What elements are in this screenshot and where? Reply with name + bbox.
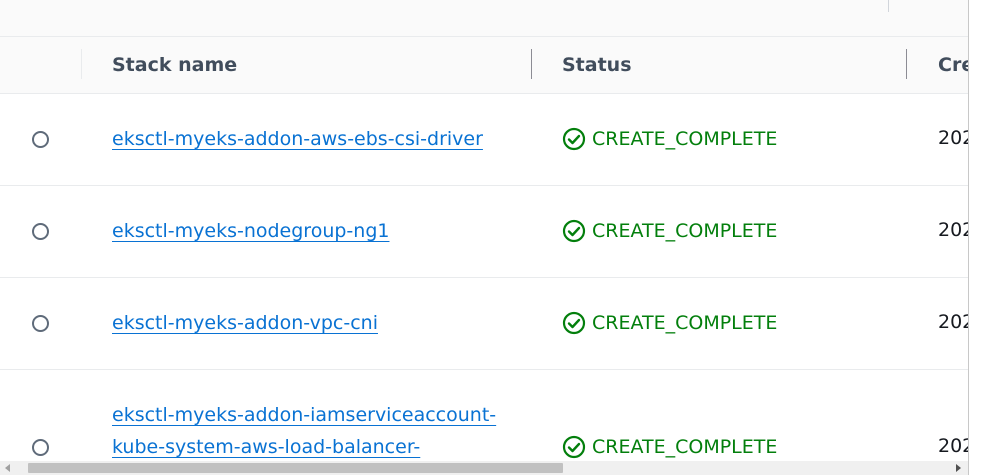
created-cell: 202 [938,311,968,333]
table-header: Stack name Status Cre [0,37,968,94]
table-toolbar-strip [0,0,968,37]
scroll-right-arrow-icon[interactable] [956,464,961,472]
status-cell: CREATE_COMPLETE [562,127,777,151]
column-resize-handle[interactable] [531,49,532,79]
column-resize-handle[interactable] [906,49,907,79]
row-select-radio[interactable] [32,131,49,148]
stack-name-link[interactable]: eksctl-myeks-nodegroup-ng1 [112,215,389,247]
table-row[interactable]: eksctl-myeks-addon-aws-ebs-csi-driver CR… [0,94,968,186]
toolbar-divider [888,0,889,12]
column-header-created[interactable]: Cre [938,37,968,93]
created-cell: 202 [938,435,968,457]
table-row[interactable]: eksctl-myeks-addon-iamserviceaccount- ku… [0,370,968,461]
stack-name-link-line1[interactable]: eksctl-myeks-addon-iamserviceaccount- [112,399,496,431]
horizontal-scrollbar-thumb[interactable] [28,463,563,473]
status-cell: CREATE_COMPLETE [562,311,777,335]
status-text: CREATE_COMPLETE [592,128,778,150]
check-circle-icon [562,311,586,335]
table-row[interactable]: eksctl-myeks-addon-vpc-cni CREATE_COMPLE… [0,278,968,370]
stacks-table-viewport: Stack name Status Cre eksctl-myeks-addon… [0,0,968,461]
created-cell: 202 [938,219,968,241]
status-cell: CREATE_COMPLETE [562,219,777,243]
stack-name-link-line2[interactable]: kube-system-aws-load-balancer- [112,431,420,461]
status-text: CREATE_COMPLETE [592,220,778,242]
column-header-stack-name[interactable]: Stack name [112,37,237,93]
column-header-status[interactable]: Status [562,37,632,93]
table-row[interactable]: eksctl-myeks-nodegroup-ng1 CREATE_COMPLE… [0,186,968,278]
status-text: CREATE_COMPLETE [592,312,778,334]
column-divider [81,49,82,79]
created-cell: 202 [938,127,968,149]
stack-name-link[interactable]: eksctl-myeks-addon-aws-ebs-csi-driver [112,123,483,155]
horizontal-scrollbar[interactable] [0,461,968,475]
status-text: CREATE_COMPLETE [592,436,778,458]
check-circle-icon [562,435,586,459]
check-circle-icon [562,127,586,151]
check-circle-icon [562,219,586,243]
row-select-radio[interactable] [32,439,49,456]
row-select-radio[interactable] [32,315,49,332]
status-cell: CREATE_COMPLETE [562,435,777,459]
row-select-radio[interactable] [32,223,49,240]
stack-name-link[interactable]: eksctl-myeks-addon-vpc-cni [112,307,378,339]
vertical-scrollbar[interactable] [968,0,999,475]
scroll-left-arrow-icon[interactable] [5,464,10,472]
